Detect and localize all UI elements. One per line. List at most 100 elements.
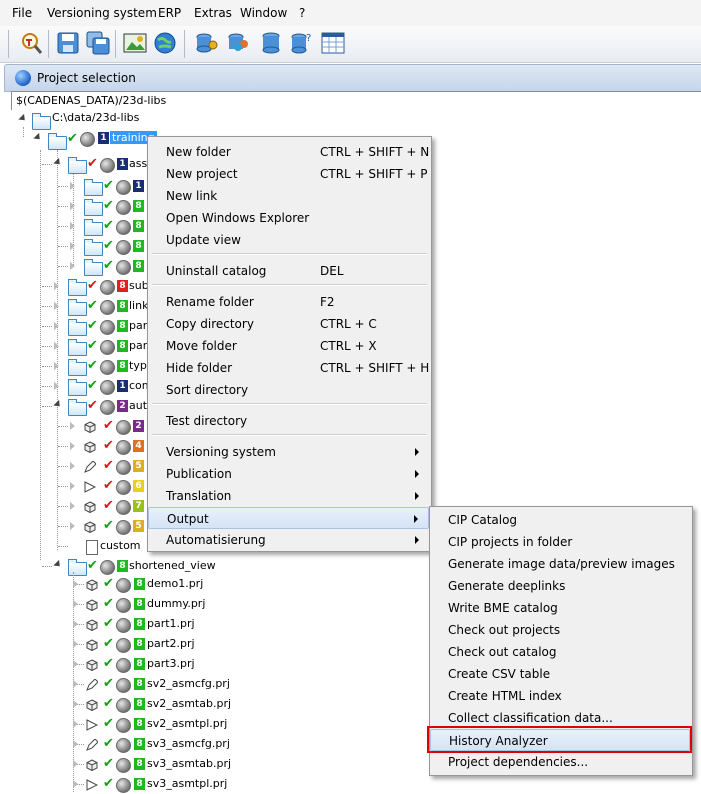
globe-icon[interactable] xyxy=(152,30,178,56)
tree-item-label[interactable]: par xyxy=(129,339,147,352)
menu-item-automatisierung[interactable]: Automatisierung xyxy=(148,529,429,551)
search-icon[interactable] xyxy=(18,30,44,56)
table-icon[interactable] xyxy=(320,30,346,56)
expand-arrow[interactable] xyxy=(73,680,78,688)
tree-item-file[interactable]: sv3_asmtab.prj xyxy=(147,757,231,770)
menu-item-versioning-system[interactable]: Versioning system xyxy=(148,441,429,463)
expand-arrow[interactable] xyxy=(54,322,59,330)
expand-arrow[interactable] xyxy=(54,362,59,370)
menu-item-uninstall-catalog[interactable]: Uninstall catalog DEL xyxy=(148,260,429,282)
expand-arrow[interactable] xyxy=(73,640,78,648)
menu-item-copy-directory[interactable]: Copy directory CTRL + C xyxy=(148,313,429,335)
menu-erp[interactable]: ERP xyxy=(158,6,181,20)
tree-item-label[interactable]: custom xyxy=(100,539,141,552)
catalog-path-field[interactable]: $(CADENAS_DATA)/23d-libs xyxy=(11,91,701,111)
menu-item-rename-folder[interactable]: Rename folder F2 xyxy=(148,291,429,313)
tree-item-label[interactable]: typ xyxy=(129,359,147,372)
tree-item-label[interactable]: ass xyxy=(129,157,147,170)
menu-window[interactable]: Window xyxy=(240,6,287,20)
menu-item-new-folder[interactable]: New folder CTRL + SHIFT + N xyxy=(148,141,429,163)
expand-arrow[interactable] xyxy=(53,399,63,410)
expand-arrow[interactable] xyxy=(70,502,75,510)
tree-item-label[interactable]: aut xyxy=(129,399,147,412)
expand-arrow[interactable] xyxy=(70,262,75,270)
expand-arrow[interactable] xyxy=(73,580,78,588)
expand-arrow[interactable] xyxy=(73,600,78,608)
tree-root-label[interactable]: C:\data/23d-libs xyxy=(52,111,139,124)
expand-arrow[interactable] xyxy=(54,382,59,390)
expand-arrow[interactable] xyxy=(53,559,63,570)
menu-item-new-project[interactable]: New project CTRL + SHIFT + P xyxy=(148,163,429,185)
submenu-item-create-html-index[interactable]: Create HTML index xyxy=(430,685,690,707)
tree-item-file[interactable]: sv3_asmtpl.prj xyxy=(147,777,227,790)
menu-item-label: CIP Catalog xyxy=(448,513,518,527)
tree-item-file[interactable]: sv3_asmcfg.prj xyxy=(147,737,230,750)
expand-arrow[interactable] xyxy=(70,482,75,490)
expand-arrow[interactable] xyxy=(73,660,78,668)
menu-item-publication[interactable]: Publication xyxy=(148,463,429,485)
menu-item-test-directory[interactable]: Test directory xyxy=(148,410,429,432)
database-help-icon[interactable]: ? xyxy=(288,30,314,56)
expand-arrow[interactable] xyxy=(70,462,75,470)
expand-arrow[interactable] xyxy=(73,700,78,708)
image-refresh-icon[interactable] xyxy=(122,30,148,56)
submenu-item-generate-deeplinks[interactable]: Generate deeplinks xyxy=(430,575,690,597)
expand-arrow[interactable] xyxy=(54,342,59,350)
expand-arrow[interactable] xyxy=(73,760,78,768)
tree-item-file[interactable]: dummy.prj xyxy=(147,597,205,610)
submenu-item-project-dependencies[interactable]: Project dependencies... xyxy=(430,751,690,773)
expand-arrow[interactable] xyxy=(73,720,78,728)
database-icon[interactable] xyxy=(258,30,284,56)
expand-arrow[interactable] xyxy=(73,780,78,788)
key-database-icon[interactable] xyxy=(194,30,220,56)
submenu-item-check-out-projects[interactable]: Check out projects xyxy=(430,619,690,641)
users-database-icon[interactable] xyxy=(226,30,252,56)
menu-item-open-windows-explorer[interactable]: Open Windows Explorer xyxy=(148,207,429,229)
menu-item-new-link[interactable]: New link xyxy=(148,185,429,207)
expand-arrow[interactable] xyxy=(73,620,78,628)
tree-item-file[interactable]: demo1.prj xyxy=(147,577,203,590)
save-icon[interactable] xyxy=(55,30,81,56)
menu-help[interactable]: ? xyxy=(299,6,305,20)
expand-arrow[interactable] xyxy=(70,522,75,530)
expand-arrow[interactable] xyxy=(73,740,78,748)
menu-item-move-folder[interactable]: Move folder CTRL + X xyxy=(148,335,429,357)
expand-arrow[interactable] xyxy=(53,157,63,168)
tree-item-file[interactable]: sv2_asmcfg.prj xyxy=(147,677,230,690)
expand-arrow[interactable] xyxy=(70,442,75,450)
expand-arrow[interactable] xyxy=(54,282,59,290)
submenu-item-cip-projects-in-folder[interactable]: CIP projects in folder xyxy=(430,531,690,553)
tree-item-file[interactable]: sv2_asmtab.prj xyxy=(147,697,231,710)
expand-arrow[interactable] xyxy=(18,113,28,124)
menu-extras[interactable]: Extras xyxy=(194,6,232,20)
tree-item-label[interactable]: par xyxy=(129,319,147,332)
cube-icon xyxy=(86,639,98,652)
submenu-item-cip-catalog[interactable]: CIP Catalog xyxy=(430,509,690,531)
tree-item-file[interactable]: sv2_asmtpl.prj xyxy=(147,717,227,730)
tree-item-label[interactable]: sub xyxy=(129,279,149,292)
expand-arrow[interactable] xyxy=(70,422,75,430)
menu-item-output[interactable]: Output xyxy=(148,507,429,529)
menu-item-hide-folder[interactable]: Hide folder CTRL + SHIFT + H xyxy=(148,357,429,379)
submenu-item-write-bme-catalog[interactable]: Write BME catalog xyxy=(430,597,690,619)
tree-item-file[interactable]: part2.prj xyxy=(147,637,195,650)
expand-arrow[interactable] xyxy=(70,242,75,250)
expand-arrow[interactable] xyxy=(33,132,43,143)
expand-arrow[interactable] xyxy=(70,222,75,230)
tree-item-file[interactable]: part1.prj xyxy=(147,617,195,630)
expand-arrow[interactable] xyxy=(70,202,75,210)
menu-versioning-system[interactable]: Versioning system xyxy=(47,6,157,20)
expand-arrow[interactable] xyxy=(70,182,75,190)
status-ball-icon xyxy=(116,440,131,455)
tree-item-shortened-view[interactable]: shortened_view xyxy=(129,559,216,572)
submenu-item-generate-image-data-preview-images[interactable]: Generate image data/preview images xyxy=(430,553,690,575)
menu-item-sort-directory[interactable]: Sort directory xyxy=(148,379,429,401)
save-all-icon[interactable] xyxy=(85,30,111,56)
expand-arrow[interactable] xyxy=(54,302,59,310)
tree-item-file[interactable]: part3.prj xyxy=(147,657,195,670)
submenu-item-create-csv-table[interactable]: Create CSV table xyxy=(430,663,690,685)
menu-item-translation[interactable]: Translation xyxy=(148,485,429,507)
submenu-item-check-out-catalog[interactable]: Check out catalog xyxy=(430,641,690,663)
menu-item-update-view[interactable]: Update view xyxy=(148,229,429,251)
menu-file[interactable]: File xyxy=(12,6,32,20)
